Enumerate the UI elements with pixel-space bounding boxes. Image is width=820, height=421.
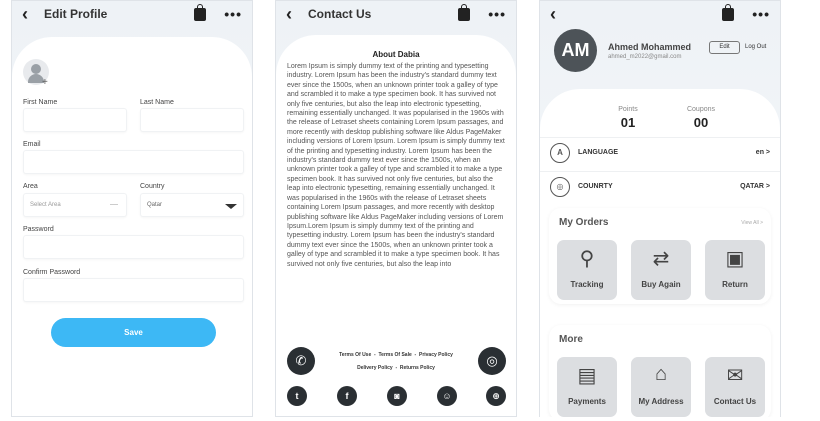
confirm-password-field[interactable] [23, 278, 244, 302]
my-address-label: My Address [638, 397, 684, 406]
edit-profile-card: + First Name Last Name Email Area Select… [12, 37, 252, 416]
instagram-icon[interactable]: ◙ [387, 386, 407, 406]
area-label: Area [23, 183, 38, 190]
facebook-icon[interactable]: f [337, 386, 357, 406]
email-field[interactable] [23, 150, 244, 174]
profile-card: Points 01 Coupons 00 A LANGUAGE en > ◎ C… [540, 89, 780, 417]
view-all-link[interactable]: View All > [741, 220, 763, 226]
buy-again-tile[interactable]: ⇄ Buy Again [631, 240, 691, 300]
separator: - [395, 365, 398, 371]
profile-screen: ‹ ••• AM Ahmed Mohammed ahmed_m2022@gmai… [539, 0, 781, 417]
add-photo-icon[interactable]: + [42, 77, 48, 88]
return-tile[interactable]: ▣ Return [705, 240, 765, 300]
payments-tile[interactable]: ▤ Payments [557, 357, 617, 417]
page-title: Contact Us [308, 7, 372, 21]
top-bar: ‹ ••• [540, 1, 780, 27]
tracking-label: Tracking [570, 280, 604, 289]
back-chevron-icon[interactable]: ‹ [550, 5, 566, 23]
twitter-icon[interactable]: t [287, 386, 307, 406]
terms-of-use-link[interactable]: Terms Of Use [339, 352, 371, 358]
separator: - [414, 352, 417, 358]
country-row[interactable]: ◎ COUNRTY QATAR > [540, 171, 780, 201]
return-box-icon: ▣ [725, 248, 745, 270]
country-label: Country [140, 183, 165, 190]
back-chevron-icon[interactable]: ‹ [286, 5, 302, 23]
area-select[interactable]: Select Area [23, 193, 127, 217]
logout-link[interactable]: Log Out [745, 44, 766, 50]
language-value: en > [755, 149, 770, 156]
whatsapp-icon[interactable]: ◎ [478, 347, 506, 375]
more-dots-icon[interactable]: ••• [488, 6, 506, 22]
tracking-tile[interactable]: ⚲ Tracking [557, 240, 617, 300]
first-name-field[interactable] [23, 108, 127, 132]
page-title: Edit Profile [44, 7, 108, 21]
contact-mail-icon: ✉ [726, 365, 744, 387]
edit-profile-screen: ‹ Edit Profile ••• + First Name Last Nam… [11, 0, 253, 417]
back-chevron-icon[interactable]: ‹ [22, 5, 38, 23]
top-bar: ‹ Edit Profile ••• [12, 1, 252, 27]
contact-us-label: Contact Us [713, 397, 757, 406]
edit-button[interactable]: Edit [709, 41, 740, 54]
language-label: LANGUAGE [578, 149, 619, 156]
payments-icon: ▤ [577, 365, 597, 387]
chevron-down-icon [110, 204, 118, 205]
save-button[interactable]: Save [51, 318, 216, 347]
more-dots-icon[interactable]: ••• [752, 6, 770, 22]
return-label: Return [722, 280, 748, 289]
snapchat-icon[interactable]: ☺ [437, 386, 457, 406]
shopping-bag-icon[interactable] [722, 3, 735, 21]
country-globe-icon: ◎ [550, 176, 570, 197]
buy-again-icon: ⇄ [652, 248, 670, 270]
shopping-bag-icon[interactable] [458, 3, 471, 21]
chevron-down-icon [225, 204, 237, 209]
more-dots-icon[interactable]: ••• [224, 6, 242, 22]
terms-of-sale-link[interactable]: Terms Of Sale [378, 352, 411, 358]
globe-icon[interactable]: ⊕ [486, 386, 506, 406]
payments-label: Payments [568, 397, 606, 406]
points-label: Points [618, 106, 638, 113]
last-name-label: Last Name [140, 99, 174, 106]
first-name-label: First Name [23, 99, 58, 106]
policy-links-row-1: Terms Of Use - Terms Of Sale - Privacy P… [318, 352, 474, 358]
policy-links-row-2: Delivery Policy - Returns Policy [318, 365, 474, 371]
phone-icon[interactable]: ✆ [287, 347, 315, 375]
tracking-icon: ⚲ [579, 248, 595, 270]
privacy-policy-link[interactable]: Privacy Policy [419, 352, 453, 358]
delivery-policy-link[interactable]: Delivery Policy [357, 365, 393, 371]
top-bar: ‹ Contact Us ••• [276, 1, 516, 27]
my-orders-section: My Orders View All > ⚲ Tracking ⇄ Buy Ag… [549, 208, 771, 304]
coupons-value: 00 [693, 115, 709, 130]
shopping-bag-icon[interactable] [194, 3, 207, 21]
about-title: About Dabia [372, 50, 420, 59]
language-row[interactable]: A LANGUAGE en > [540, 137, 780, 167]
contact-us-screen: ‹ Contact Us ••• About Dabia Lorem Ipsum… [275, 0, 517, 417]
confirm-password-label: Confirm Password [23, 269, 81, 276]
separator: - [374, 352, 376, 358]
address-pin-icon: ⌂ [654, 363, 668, 385]
points-value: 01 [620, 115, 636, 130]
user-name: Ahmed Mohammed [608, 42, 692, 52]
about-text: Lorem Ipsum is simply dummy text of the … [287, 63, 505, 268]
avatar: AM [554, 29, 597, 72]
password-field[interactable] [23, 235, 244, 259]
password-label: Password [23, 226, 54, 233]
last-name-field[interactable] [140, 108, 244, 132]
country-value: Qatar [147, 202, 163, 208]
country-select[interactable]: Qatar [140, 193, 244, 217]
country-label: COUNRTY [578, 183, 613, 190]
contact-card: About Dabia Lorem Ipsum is simply dummy … [276, 35, 516, 416]
buy-again-label: Buy Again [641, 280, 681, 289]
more-section: More ▤ Payments ⌂ My Address ✉ Contact U… [549, 325, 771, 417]
coupons-label: Coupons [686, 106, 716, 113]
area-placeholder: Select Area [30, 202, 61, 208]
returns-policy-link[interactable]: Returns Policy [400, 365, 435, 371]
my-orders-title: My Orders [559, 217, 609, 228]
email-label: Email [23, 141, 41, 148]
my-address-tile[interactable]: ⌂ My Address [631, 357, 691, 417]
user-email: ahmed_m2022@gmail.com [608, 54, 682, 60]
language-icon: A [550, 142, 570, 163]
more-title: More [559, 334, 583, 345]
country-value: QATAR > [740, 183, 770, 190]
contact-us-tile[interactable]: ✉ Contact Us [705, 357, 765, 417]
